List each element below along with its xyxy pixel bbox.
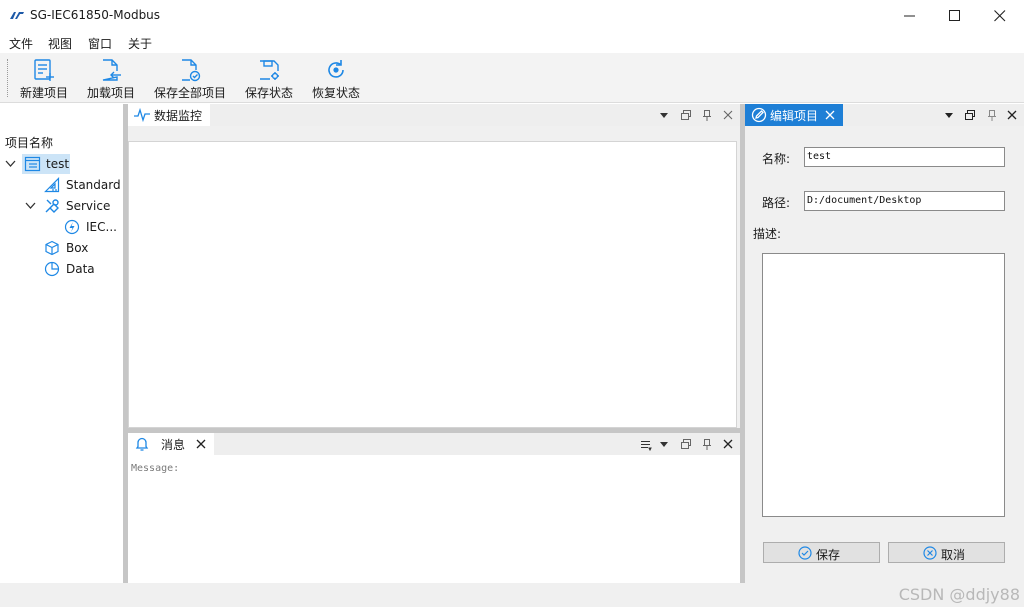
tree-item-label: Standard	[66, 178, 121, 192]
save-state-icon	[260, 60, 279, 80]
tree-item-label: Service	[66, 199, 111, 213]
save-all-label: 保存全部项目	[153, 86, 226, 100]
message-panel-tab-strip: 消息	[128, 433, 740, 455]
save-button[interactable]: 保存	[763, 542, 880, 563]
float-icon[interactable]	[679, 437, 693, 451]
tree-item-label: Box	[66, 241, 89, 255]
tab-message[interactable]: 消息	[128, 433, 214, 455]
cancel-button-label: 取消	[941, 548, 966, 562]
tab-data-monitor-label: 数据监控	[154, 109, 203, 123]
load-project-icon	[102, 59, 121, 81]
tab-edit-project-label: 编辑项目	[770, 109, 819, 123]
save-button-label: 保存	[816, 548, 841, 562]
bell-icon	[135, 437, 149, 451]
name-input[interactable]: test	[804, 147, 1005, 167]
menu-about[interactable]: 关于	[128, 35, 152, 52]
new-project-icon	[34, 59, 54, 81]
tab-edit-project[interactable]: 编辑项目	[745, 104, 843, 126]
load-project-button[interactable]: 加载项目	[84, 55, 138, 101]
chevron-down-icon[interactable]	[25, 202, 36, 210]
minimize-icon	[904, 15, 915, 17]
toolbar-grip[interactable]	[7, 59, 9, 97]
service-icon	[45, 199, 59, 213]
window-title: SG-IEC61850-Modbus	[30, 8, 161, 22]
iec-icon	[64, 219, 80, 235]
tree-item-label: Data	[66, 262, 95, 276]
menu-window[interactable]: 窗口	[88, 35, 112, 52]
save-all-icon	[182, 59, 201, 82]
list-menu-icon[interactable]	[640, 439, 652, 451]
box-icon	[45, 240, 59, 256]
chevron-down-icon[interactable]	[5, 160, 16, 168]
watermark-text: CSDN @ddjy88	[898, 585, 1020, 604]
tree-item-test[interactable]: test	[0, 154, 123, 174]
save-all-button[interactable]: 保存全部项目	[151, 55, 229, 101]
save-state-button[interactable]: 保存状态	[242, 55, 296, 101]
tree-item-standard[interactable]: Standard	[0, 175, 123, 195]
title-bar: SG-IEC61850-Modbus	[0, 0, 1024, 32]
close-icon	[994, 10, 1006, 22]
float-icon[interactable]	[679, 108, 693, 122]
menu-file[interactable]: 文件	[9, 35, 33, 52]
tab-data-monitor[interactable]: 数据监控	[128, 104, 210, 126]
path-input[interactable]: D:/document/Desktop	[804, 191, 1005, 211]
pulse-icon	[134, 108, 150, 122]
dropdown-arrow-icon[interactable]	[945, 113, 953, 118]
cancel-button[interactable]: 取消	[888, 542, 1005, 563]
restore-state-icon	[328, 60, 344, 78]
path-label: 路径:	[762, 196, 791, 210]
description-textarea[interactable]	[762, 253, 1005, 517]
project-panel: 项目名称 test Standard Service IEC... Box Da…	[0, 104, 123, 583]
data-monitor-view[interactable]	[128, 141, 737, 428]
project-icon	[24, 156, 41, 172]
maximize-button[interactable]	[932, 0, 978, 32]
new-project-button[interactable]: 新建项目	[17, 55, 71, 101]
close-panel-icon[interactable]	[1005, 108, 1019, 122]
data-icon	[44, 261, 60, 277]
cancel-circle-icon	[923, 546, 937, 560]
tree-item-iec[interactable]: IEC...	[0, 217, 123, 237]
menu-bar: 文件 视图 窗口 关于	[0, 32, 1024, 53]
dropdown-arrow-icon[interactable]	[660, 113, 668, 118]
maximize-icon	[949, 10, 960, 21]
check-circle-icon	[798, 546, 812, 560]
description-label: 描述:	[753, 227, 782, 241]
close-panel-icon[interactable]	[721, 108, 735, 122]
minimize-button[interactable]	[887, 0, 933, 32]
status-bar: CSDN @ddjy88	[0, 583, 1024, 607]
restore-state-button[interactable]: 恢复状态	[309, 55, 363, 101]
message-view[interactable]: Message:	[128, 455, 740, 583]
close-panel-icon[interactable]	[721, 437, 735, 451]
restore-state-label: 恢复状态	[311, 86, 360, 100]
tree-item-data[interactable]: Data	[0, 259, 123, 279]
pin-icon[interactable]	[985, 108, 999, 122]
dropdown-arrow-icon[interactable]	[660, 442, 668, 447]
save-state-label: 保存状态	[244, 86, 293, 100]
edit-project-panel: 名称: test 路径: D:/document/Desktop 描述: 保存 …	[745, 126, 1024, 583]
edit-icon	[751, 107, 767, 123]
pin-icon[interactable]	[700, 108, 714, 122]
monitor-panel-tab-strip: 数据监控	[128, 104, 740, 126]
toolbar: 新建项目 加载项目 保存全部项目 保存状态 恢复状态	[0, 53, 1024, 103]
message-text: Message:	[131, 463, 180, 474]
float-icon[interactable]	[963, 108, 977, 122]
tree-item-service[interactable]: Service	[0, 196, 123, 216]
pin-icon[interactable]	[700, 437, 714, 451]
tree-item-label: test	[46, 157, 70, 171]
standard-icon	[44, 177, 60, 193]
menu-view[interactable]: 视图	[48, 35, 72, 52]
close-tab-icon[interactable]	[196, 439, 206, 449]
tab-message-label: 消息	[161, 438, 186, 452]
load-project-label: 加载项目	[86, 86, 135, 100]
edit-panel-tab-strip: 编辑项目	[745, 104, 1024, 126]
tree-item-label: IEC...	[86, 220, 117, 234]
close-window-button[interactable]	[977, 0, 1023, 32]
new-project-label: 新建项目	[19, 86, 68, 100]
close-tab-icon[interactable]	[825, 110, 835, 120]
tree-header: 项目名称	[5, 136, 54, 150]
tree-item-box[interactable]: Box	[0, 238, 123, 258]
name-label: 名称:	[762, 152, 791, 166]
app-logo-icon	[10, 12, 24, 19]
